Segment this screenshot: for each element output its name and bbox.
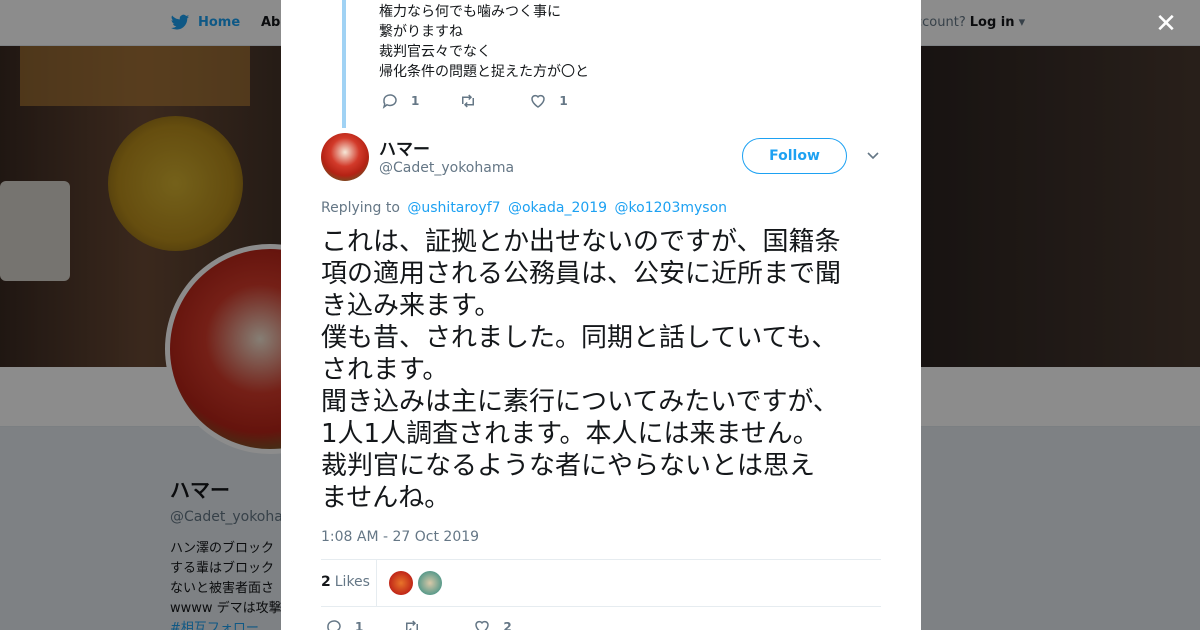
tweet-text: これは、証拠とか出せないのですが、国籍条 項の適用される公務員は、公安に近所まで… xyxy=(321,226,886,514)
close-icon[interactable]: ✕ xyxy=(1153,11,1179,37)
reply-icon xyxy=(327,620,341,630)
stats-divider xyxy=(376,560,377,606)
tweet-text-line: 裁判官になるような者にやらないとは思え xyxy=(321,451,816,481)
previous-tweet-line: 権力なら何でも噛みつく事に xyxy=(379,4,561,20)
tweet-author: ハマー @Cadet_yokohama Follow xyxy=(321,133,881,183)
previous-tweet-line: 裁判官云々でなく xyxy=(379,44,491,60)
liker-avatar[interactable] xyxy=(389,571,413,595)
author-avatar[interactable] xyxy=(321,133,369,181)
tweet-text-line: 項の適用される公務員は、公安に近所まで聞 xyxy=(321,259,842,289)
tweet-text-line: 僕も昔、されました。同期と話していても、 xyxy=(321,323,838,353)
replying-to-label: Replying to xyxy=(321,200,400,216)
previous-tweet-line: 繋がりますね xyxy=(379,24,463,40)
reply-button[interactable]: 1 xyxy=(381,92,419,110)
tweet-text-line: 1人1人調査されます。本人には来ません。 xyxy=(321,419,819,449)
tweet-modal: 権力なら何でも噛みつく事に 繋がりますね 裁判官云々でなく 帰化条件の問題と捉え… xyxy=(281,0,921,630)
previous-tweet-actions: 1 1 xyxy=(381,92,608,110)
follow-button[interactable]: Follow xyxy=(742,138,847,174)
tweet-text-line: 聞き込みは主に素行についてみたいですが、 xyxy=(321,387,839,417)
tweet-text-line: されます。 xyxy=(321,355,449,385)
tweet-text-line: き込み来ます。 xyxy=(321,291,501,321)
retweet-button[interactable] xyxy=(459,92,489,110)
reply-count: 1 xyxy=(355,620,364,630)
previous-tweet-text: 権力なら何でも噛みつく事に 繋がりますね 裁判官云々でなく 帰化条件の問題と捉え… xyxy=(379,2,589,82)
retweet-icon xyxy=(462,94,475,108)
reply-button[interactable]: 1 xyxy=(325,618,363,630)
reply-icon xyxy=(382,94,397,109)
heart-icon xyxy=(531,94,546,108)
thread-connector-line xyxy=(342,0,346,128)
liker-avatar[interactable] xyxy=(418,571,442,595)
mention-link[interactable]: @okada_2019 xyxy=(508,200,607,216)
tweet-timestamp[interactable]: 1:08 AM - 27 Oct 2019 xyxy=(321,529,479,545)
retweet-button[interactable] xyxy=(403,618,433,630)
mention-link[interactable]: @ko1203myson xyxy=(615,200,727,216)
replying-to-line: Replying to @ushitaroyf7 @okada_2019 @ko… xyxy=(321,200,727,216)
like-button[interactable]: 1 xyxy=(529,92,568,110)
heart-icon xyxy=(475,620,490,630)
retweet-icon xyxy=(406,620,419,630)
tweet-actions: 1 2 xyxy=(325,618,552,630)
tweet-text-line: ませんね。 xyxy=(321,483,451,513)
likes-stat[interactable]: 2 Likes xyxy=(321,574,370,590)
mention-link[interactable]: @ushitaroyf7 xyxy=(407,200,500,216)
reply-count: 1 xyxy=(411,94,420,108)
likes-label: Likes xyxy=(334,574,370,590)
tweet-text-line: これは、証拠とか出せないのですが、国籍条 xyxy=(321,227,841,257)
author-handle[interactable]: @Cadet_yokohama xyxy=(379,160,514,176)
like-button[interactable]: 2 xyxy=(473,618,512,630)
like-count: 1 xyxy=(559,94,568,108)
like-count: 2 xyxy=(503,620,512,630)
author-name[interactable]: ハマー xyxy=(379,135,430,160)
chevron-down-icon[interactable] xyxy=(865,147,881,163)
previous-tweet-line: 帰化条件の問題と捉えた方が〇と xyxy=(379,64,589,80)
tweet-stats: 2 Likes xyxy=(321,559,881,607)
likes-number: 2 xyxy=(321,574,331,590)
